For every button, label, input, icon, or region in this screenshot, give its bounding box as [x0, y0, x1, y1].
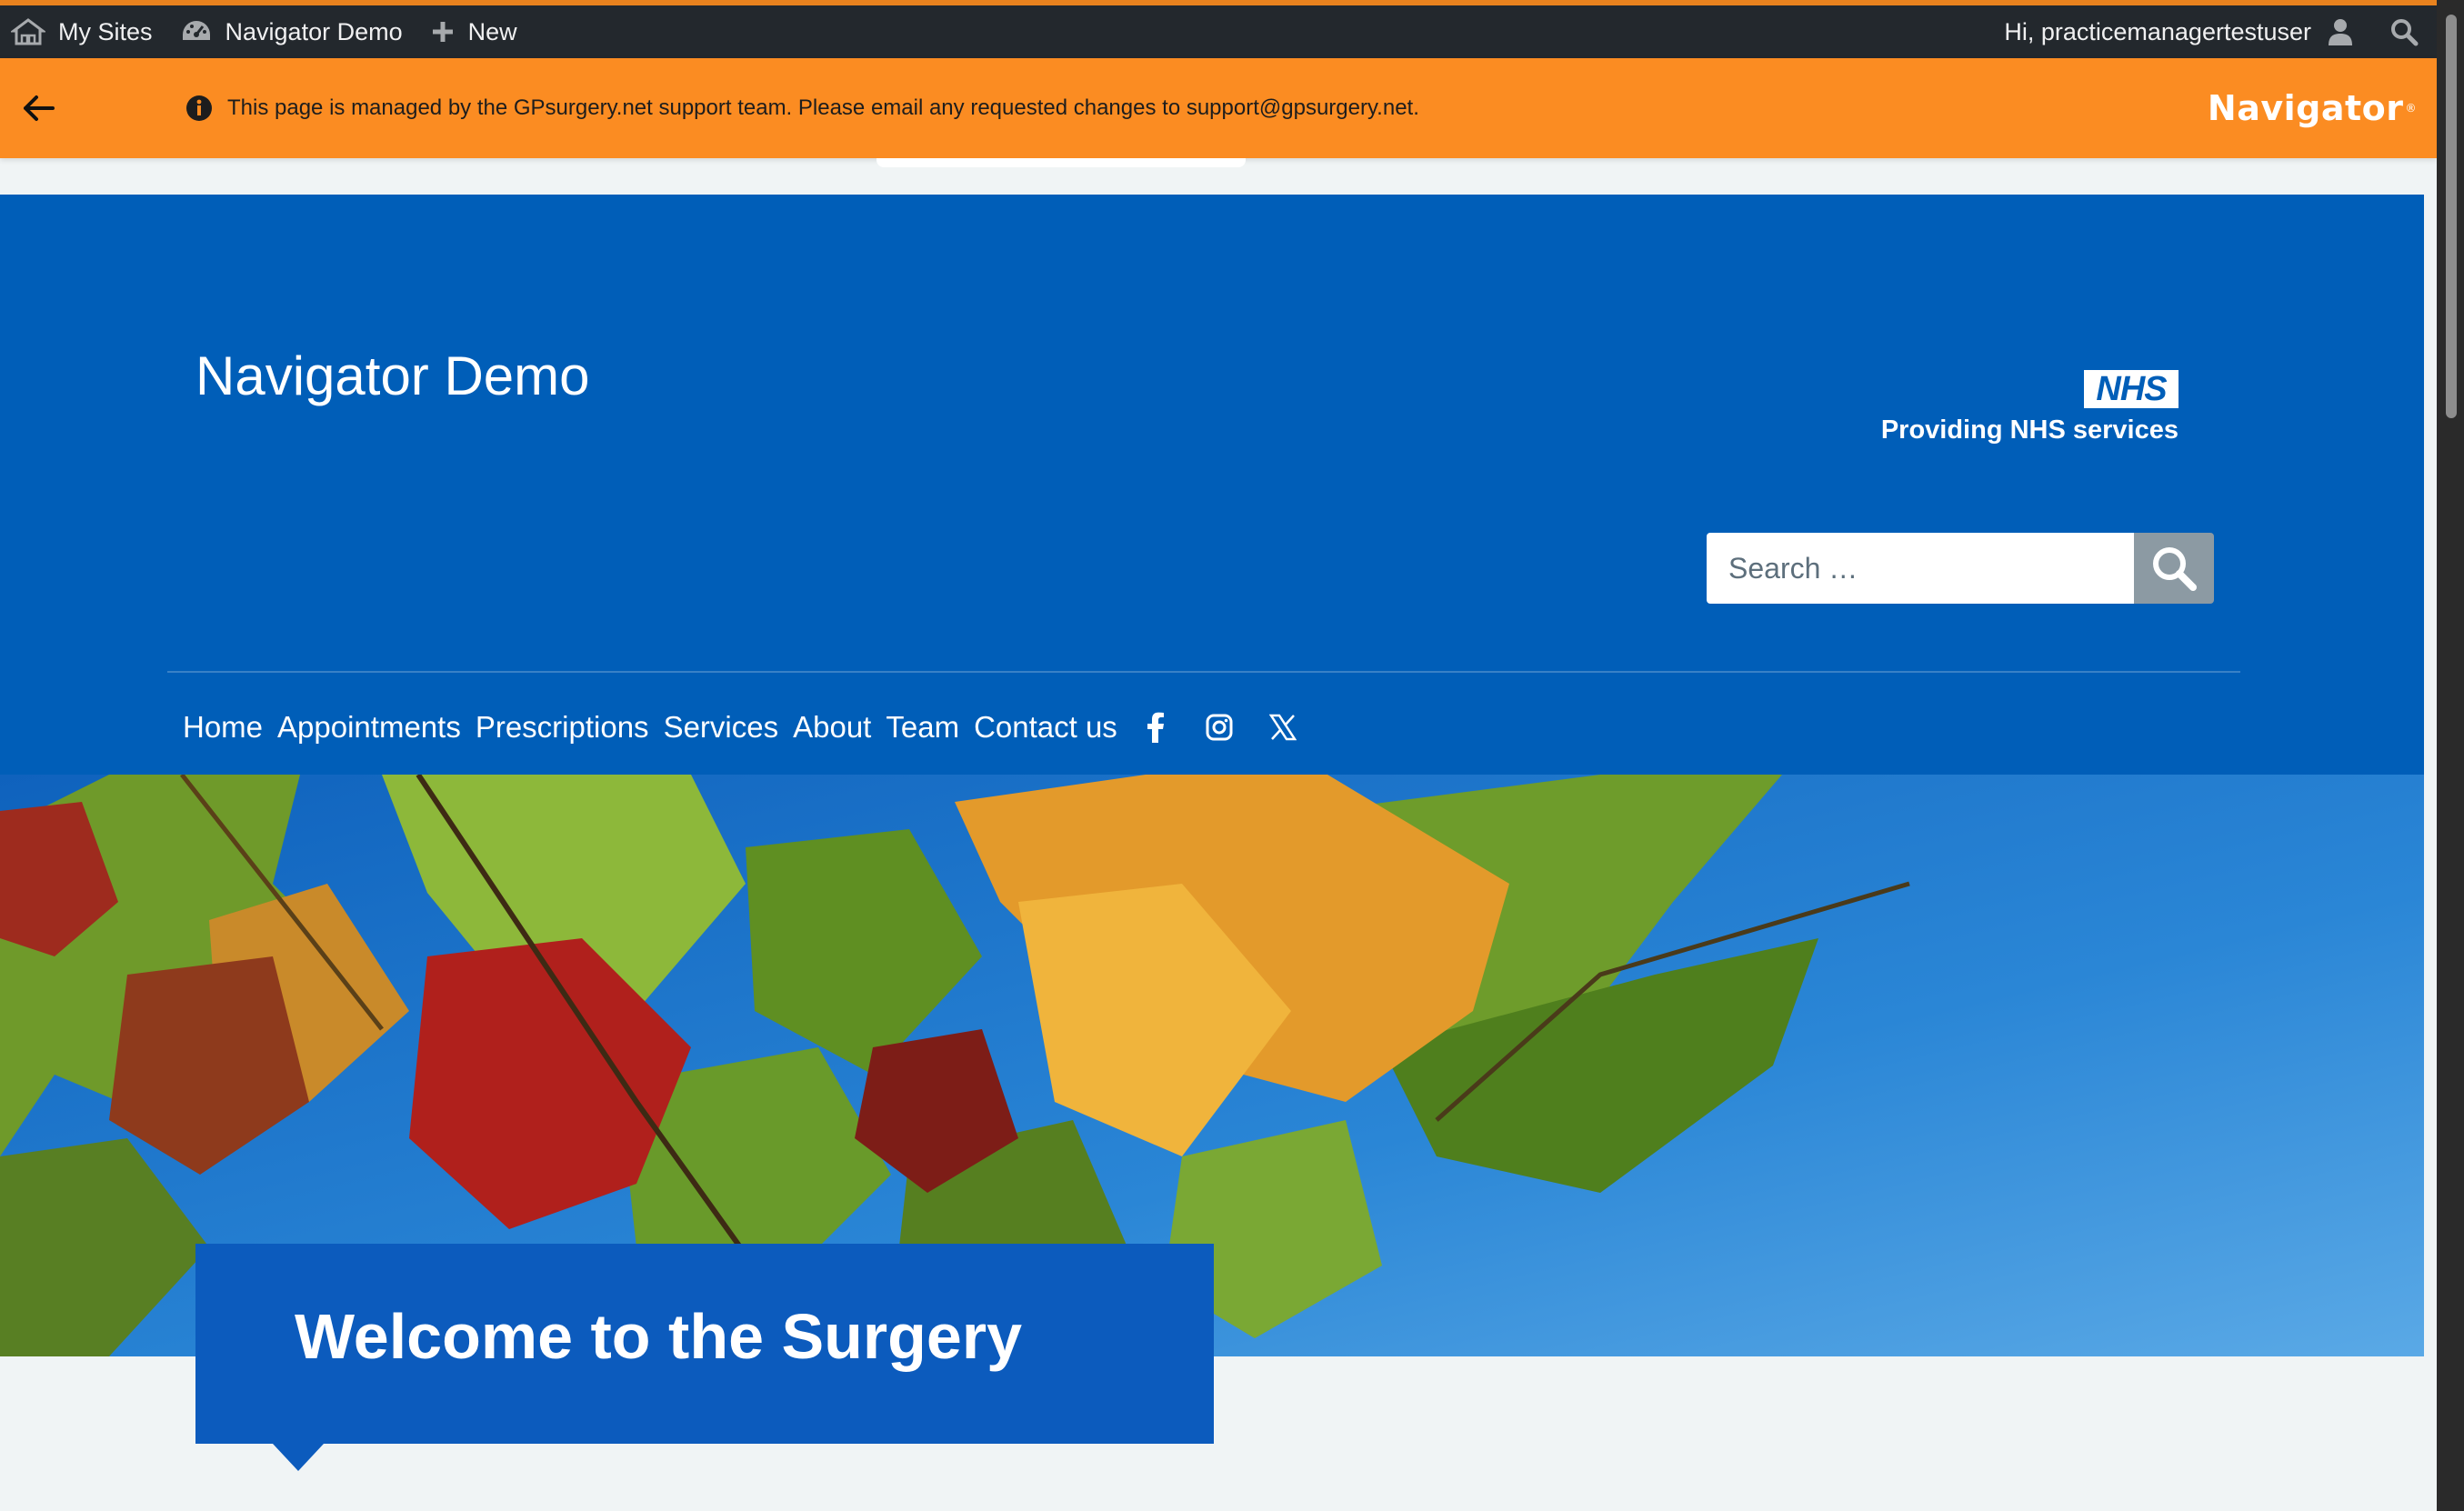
- info-icon: [186, 95, 212, 121]
- welcome-heading: Welcome to the Surgery: [295, 1301, 1023, 1372]
- nav-home[interactable]: Home: [183, 710, 263, 745]
- site-title[interactable]: Navigator Demo: [195, 345, 590, 407]
- main-navigation: Home Appointments Prescriptions Services…: [168, 702, 1308, 753]
- nhs-logo: NHS: [2084, 370, 2179, 408]
- admin-bar: My Sites Navigator Demo New Hi, practice…: [0, 5, 2437, 58]
- instagram-icon[interactable]: [1194, 702, 1245, 753]
- nav-team[interactable]: Team: [886, 710, 959, 745]
- my-sites-label: My Sites: [58, 17, 153, 45]
- registered-mark: ®: [2405, 102, 2417, 115]
- user-avatar-icon[interactable]: [2322, 14, 2359, 50]
- site-name-menu[interactable]: Navigator Demo: [169, 5, 419, 58]
- magnifier-icon: [2153, 547, 2197, 591]
- account-greeting[interactable]: Hi, practicemanagertestuser: [2004, 18, 2322, 46]
- back-button[interactable]: [2, 58, 75, 158]
- nav-prescriptions[interactable]: Prescriptions: [476, 710, 649, 745]
- nhs-logo-text: NHS: [2096, 370, 2167, 408]
- new-content-menu[interactable]: New: [419, 5, 534, 58]
- support-notice-bar: This page is managed by the GPsurgery.ne…: [0, 58, 2437, 158]
- back-arrow-icon: [24, 95, 55, 121]
- dashboard-icon: [182, 21, 210, 40]
- nav-about[interactable]: About: [793, 710, 871, 745]
- nav-divider: [167, 671, 2240, 673]
- navigator-logo[interactable]: Navigator ®: [2208, 88, 2417, 128]
- site-header: Navigator Demo NHS Providing NHS service…: [0, 195, 2424, 775]
- search-button[interactable]: [2134, 533, 2214, 604]
- nhs-branding: NHS Providing NHS services: [1881, 370, 2179, 445]
- site-name-label: Navigator Demo: [225, 17, 403, 45]
- new-label: New: [467, 17, 517, 45]
- admin-search-icon[interactable]: [2386, 14, 2422, 50]
- nhs-subtitle: Providing NHS services: [1880, 415, 2179, 445]
- navigator-logo-text: Navigator: [2207, 88, 2404, 128]
- search-form: [1707, 533, 2214, 604]
- page-scrollbar-thumb[interactable]: [2446, 15, 2457, 418]
- notice-message: This page is managed by the GPsurgery.ne…: [227, 95, 1419, 120]
- my-sites-menu[interactable]: My Sites: [0, 5, 169, 58]
- plus-icon: [432, 22, 453, 42]
- nav-appointments[interactable]: Appointments: [277, 710, 461, 745]
- my-sites-icon: [11, 18, 45, 45]
- nav-services[interactable]: Services: [664, 710, 779, 745]
- notice-tab: [876, 158, 1246, 167]
- welcome-banner-notch: [273, 1444, 324, 1471]
- welcome-banner: Welcome to the Surgery: [195, 1244, 1214, 1444]
- search-input[interactable]: [1707, 533, 2134, 604]
- x-twitter-icon[interactable]: [1257, 702, 1308, 753]
- nav-contact-us[interactable]: Contact us: [974, 710, 1117, 745]
- facebook-icon[interactable]: [1130, 702, 1181, 753]
